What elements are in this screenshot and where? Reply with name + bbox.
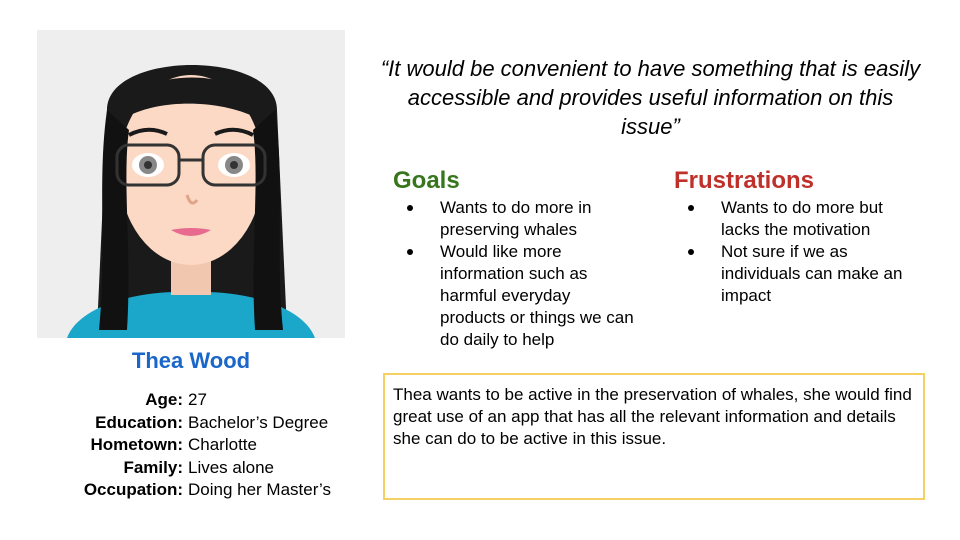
persona-avatar: [37, 30, 345, 338]
goals-item: Wants to do more in preserving whales: [405, 197, 635, 241]
detail-value: 27: [188, 390, 207, 409]
detail-label: Family:: [123, 457, 183, 477]
summary-box: Thea wants to be active in the preservat…: [383, 373, 925, 500]
avatar-illustration: [37, 30, 345, 338]
frustrations-item: Wants to do more but lacks the motivatio…: [686, 197, 926, 241]
detail-row-education: Education: Bachelor’s Degree: [40, 412, 360, 435]
persona-name: Thea Wood: [131, 348, 251, 373]
persona-details: Age: 27 Education: Bachelor’s Degree Hom…: [40, 389, 360, 502]
persona-quote: “It would be convenient to have somethin…: [380, 56, 921, 139]
detail-value: Bachelor’s Degree: [188, 412, 329, 432]
goals-heading: Goals: [393, 167, 460, 194]
detail-label: Age:: [145, 390, 183, 409]
detail-row-occupation: Occupation: Doing her Master’s: [40, 479, 360, 502]
detail-label: Occupation:: [83, 480, 183, 499]
detail-value: Doing her Master’s: [188, 480, 331, 499]
detail-row-hometown: Hometown: Charlotte: [40, 434, 360, 457]
detail-row-age: Age: 27: [40, 389, 360, 412]
detail-value: Lives alone: [188, 457, 275, 477]
detail-row-family: Family: Lives alone: [40, 457, 360, 480]
detail-value: Charlotte: [188, 435, 257, 454]
frustrations-list: Wants to do more but lacks the motivatio…: [686, 197, 926, 307]
frustrations-heading: Frustrations: [674, 167, 815, 194]
goals-item: Would like more information such as harm…: [405, 241, 635, 351]
frustrations-item: Not sure if we as individuals can make a…: [686, 241, 926, 307]
persona-slide: Thea Wood Age: 27 Education: Bachelor’s …: [0, 0, 960, 540]
detail-label: Hometown:: [90, 435, 183, 454]
detail-label: Education:: [95, 412, 183, 432]
goals-list: Wants to do more in preserving whales Wo…: [405, 197, 635, 351]
